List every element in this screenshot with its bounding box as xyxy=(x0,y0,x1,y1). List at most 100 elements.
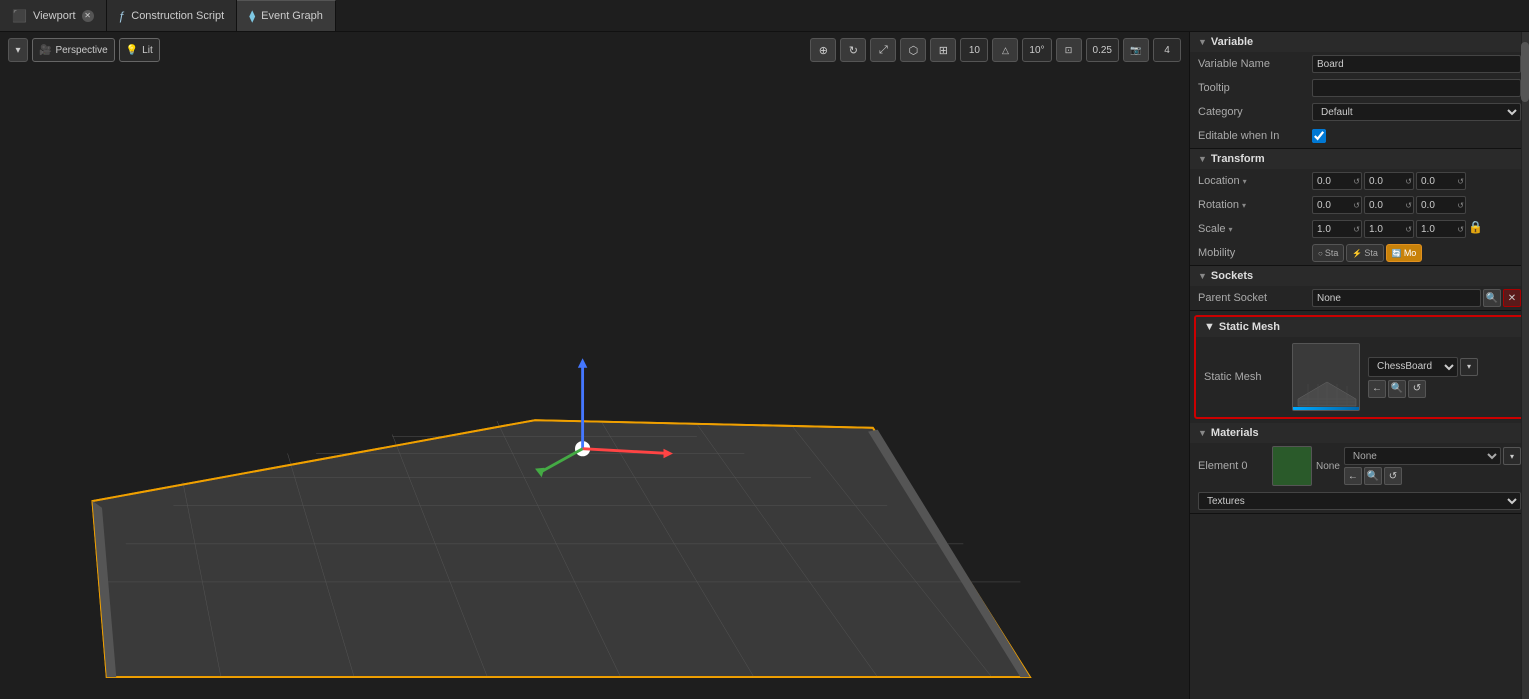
scale-x-reset[interactable]: ↺ xyxy=(1353,225,1360,234)
rotation-label: Rotation ▾ xyxy=(1198,199,1308,211)
translate-btn[interactable]: ⊕ xyxy=(810,38,836,62)
tab-construction-label: Construction Script xyxy=(131,10,224,22)
material-search-btn[interactable]: 🔍 xyxy=(1364,467,1382,485)
scale-z-reset[interactable]: ↺ xyxy=(1457,225,1464,234)
sockets-section-title: Sockets xyxy=(1211,270,1253,282)
perspective-icon: 🎥 xyxy=(39,45,51,56)
rotation-z-reset[interactable]: ↺ xyxy=(1457,201,1464,210)
transform-section: ▼ Transform Location ▾ ↺ ↺ xyxy=(1190,149,1529,266)
location-y-reset[interactable]: ↺ xyxy=(1405,177,1412,186)
snap-size-btn[interactable]: 0.25 xyxy=(1086,38,1119,62)
graph-icon: ⧫ xyxy=(249,9,255,23)
material-dropdown-arrow[interactable]: ▾ xyxy=(1503,447,1521,465)
material-refresh-btn[interactable]: ↺ xyxy=(1384,467,1402,485)
mesh-dropdown-btn[interactable]: ▾ xyxy=(1460,358,1478,376)
sockets-collapse-arrow: ▼ xyxy=(1198,271,1207,281)
category-label: Category xyxy=(1198,106,1308,118)
scrollbar[interactable] xyxy=(1521,32,1529,699)
mobility-row: Mobility ○ Sta ⚡ Sta 🔄 Mo xyxy=(1190,241,1529,265)
variable-name-input[interactable] xyxy=(1312,55,1521,73)
lit-label: Lit xyxy=(142,45,153,56)
material-select-row: None ▾ xyxy=(1344,447,1521,465)
angle-icon[interactable]: △ xyxy=(992,38,1018,62)
mobility-stationary-btn[interactable]: ⚡ Sta xyxy=(1346,244,1383,262)
materials-collapse-arrow: ▼ xyxy=(1198,428,1207,438)
sockets-section: ▼ Sockets Parent Socket 🔍 ✕ xyxy=(1190,266,1529,311)
snap-btn[interactable]: ⊡ xyxy=(1056,38,1082,62)
material-back-btn[interactable]: ← xyxy=(1344,467,1362,485)
rotation-dropdown-arrow: ▾ xyxy=(1242,201,1246,210)
materials-section: ▼ Materials Element 0 None None ▾ ← xyxy=(1190,423,1529,514)
tab-viewport[interactable]: ⬛ Viewport ✕ xyxy=(0,0,107,31)
location-x-wrap: ↺ xyxy=(1312,172,1362,190)
editable-checkbox[interactable] xyxy=(1312,129,1326,143)
scrollbar-thumb[interactable] xyxy=(1521,42,1529,102)
grid-size-btn[interactable]: 10 xyxy=(960,38,988,62)
static-mesh-header[interactable]: ▼ Static Mesh xyxy=(1196,317,1523,337)
mobility-movable-btn[interactable]: 🔄 Mo xyxy=(1386,244,1422,262)
lock-icon[interactable]: 🔒 xyxy=(1468,220,1483,238)
scale-y-reset[interactable]: ↺ xyxy=(1405,225,1412,234)
mesh-name-select[interactable]: ChessBoard xyxy=(1368,357,1458,377)
rotate-btn[interactable]: ↻ xyxy=(840,38,866,62)
static-radio: ○ xyxy=(1318,249,1323,258)
grid-btn[interactable]: ⊞ xyxy=(930,38,956,62)
material-name: None xyxy=(1316,461,1340,472)
tab-construction-script[interactable]: ƒ Construction Script xyxy=(107,0,238,31)
materials-section-header[interactable]: ▼ Materials xyxy=(1190,423,1529,443)
camera-speed-btn[interactable]: 4 xyxy=(1153,38,1181,62)
socket-clear-btn[interactable]: ✕ xyxy=(1503,289,1521,307)
mesh-preview-svg xyxy=(1293,344,1360,411)
mesh-refresh-btn[interactable]: ↺ xyxy=(1408,380,1426,398)
scale-dropdown-arrow: ▾ xyxy=(1229,225,1233,234)
variable-name-label: Variable Name xyxy=(1198,58,1308,70)
sockets-section-header[interactable]: ▼ Sockets xyxy=(1190,266,1529,286)
perspective-btn[interactable]: 🎥 Perspective xyxy=(32,38,115,62)
materials-section-title: Materials xyxy=(1211,427,1259,439)
location-dropdown-arrow: ▾ xyxy=(1243,177,1247,186)
scale-x-wrap: ↺ xyxy=(1312,220,1362,238)
snap-size-value: 0.25 xyxy=(1093,45,1112,56)
angle-btn[interactable]: 10° xyxy=(1022,38,1051,62)
textures-dropdown[interactable]: Textures xyxy=(1198,492,1521,510)
category-select[interactable]: Default xyxy=(1312,103,1521,121)
variable-name-row: Variable Name xyxy=(1190,52,1529,76)
parent-socket-row: Parent Socket 🔍 ✕ xyxy=(1190,286,1529,310)
material-select[interactable]: None xyxy=(1344,447,1501,465)
scale-btn[interactable]: ⤢ xyxy=(870,38,896,62)
viewport-options-btn[interactable]: ▾ xyxy=(8,38,28,62)
rotation-y-reset[interactable]: ↺ xyxy=(1405,201,1412,210)
scene-3d[interactable] xyxy=(0,68,1189,699)
tab-viewport-close[interactable]: ✕ xyxy=(82,10,94,22)
viewport-toolbar: ▾ 🎥 Perspective 💡 Lit ⊕ ↻ ⤢ ⬡ ⊞ 10 △ 10°… xyxy=(0,32,1189,68)
location-z-reset[interactable]: ↺ xyxy=(1457,177,1464,186)
location-z-wrap: ↺ xyxy=(1416,172,1466,190)
surface-snap-btn[interactable]: ⬡ xyxy=(900,38,926,62)
movable-label: Mo xyxy=(1404,248,1417,258)
location-x-reset[interactable]: ↺ xyxy=(1353,177,1360,186)
parent-socket-input[interactable] xyxy=(1312,289,1481,307)
mobility-static-btn[interactable]: ○ Sta xyxy=(1312,244,1344,262)
rotation-x-reset[interactable]: ↺ xyxy=(1353,201,1360,210)
right-panel: ▼ Variable Variable Name Tooltip Categor… xyxy=(1189,32,1529,699)
material-swatch xyxy=(1272,446,1312,486)
socket-search-btn[interactable]: 🔍 xyxy=(1483,289,1501,307)
parent-socket-label: Parent Socket xyxy=(1198,292,1308,304)
lit-btn[interactable]: 💡 Lit xyxy=(119,38,160,62)
scale-inputs: ↺ ↺ ↺ 🔒 xyxy=(1312,220,1483,238)
scene-svg xyxy=(0,68,1189,699)
scale-y-wrap: ↺ xyxy=(1364,220,1414,238)
tab-viewport-label: Viewport xyxy=(33,10,76,22)
tooltip-input[interactable] xyxy=(1312,79,1521,97)
scale-z-wrap: ↺ xyxy=(1416,220,1466,238)
mesh-content: Static Mesh xyxy=(1196,337,1523,417)
category-row: Category Default xyxy=(1190,100,1529,124)
mesh-search-btn[interactable]: 🔍 xyxy=(1388,380,1406,398)
rotation-y-wrap: ↺ xyxy=(1364,196,1414,214)
mesh-back-btn[interactable]: ← xyxy=(1368,380,1386,398)
script-icon: ƒ xyxy=(119,9,126,23)
camera-btn[interactable]: 📷 xyxy=(1123,38,1149,62)
variable-section-header[interactable]: ▼ Variable xyxy=(1190,32,1529,52)
transform-section-header[interactable]: ▼ Transform xyxy=(1190,149,1529,169)
tab-event-graph[interactable]: ⧫ Event Graph xyxy=(237,0,336,31)
